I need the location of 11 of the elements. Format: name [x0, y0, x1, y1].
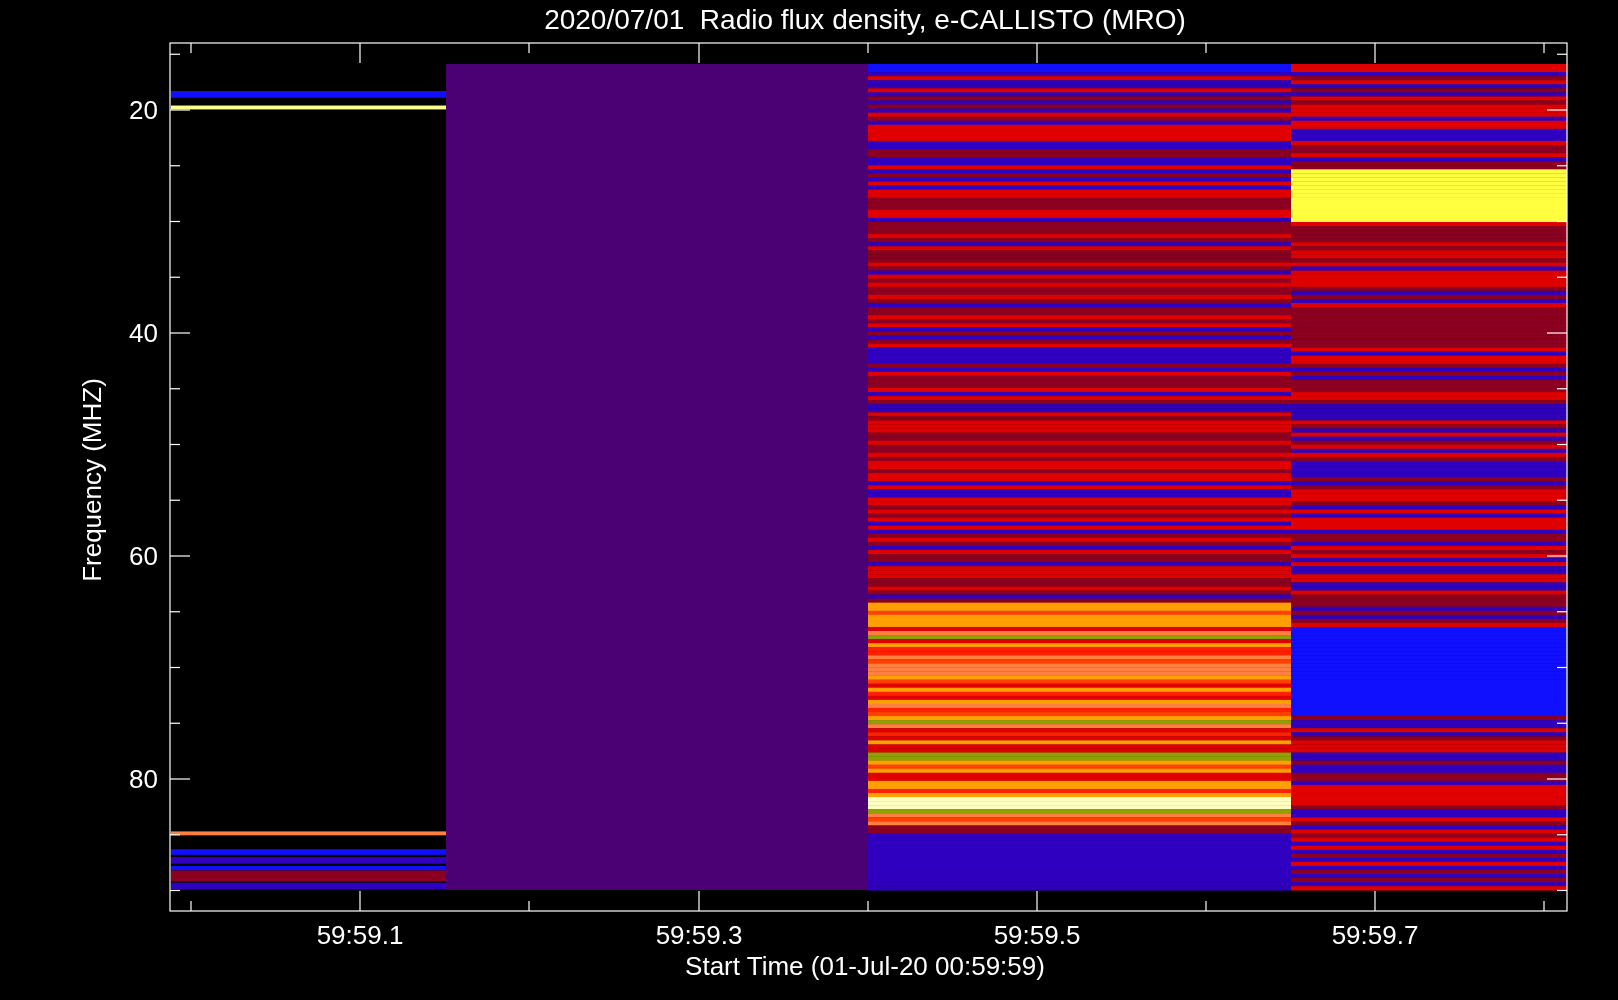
- y-tick-label: 40: [128, 320, 158, 346]
- x-tick-label: 59:59.3: [655, 922, 743, 948]
- y-tick-label: 60: [128, 543, 158, 569]
- x-axis-label: Start Time (01-Jul-20 00:59:59): [685, 953, 1045, 979]
- x-tick-label: 59:59.7: [1331, 922, 1419, 948]
- chart-title: 2020/07/01 Radio flux density, e-CALLISTO (MRO): [544, 6, 1186, 34]
- y-axis-label: Frequency (MHZ): [79, 378, 105, 582]
- x-tick-label: 59:59.5: [993, 922, 1081, 948]
- y-tick-label: 20: [128, 97, 158, 123]
- x-tick-label: 59:59.1: [316, 922, 404, 948]
- y-tick-label: 80: [128, 766, 158, 792]
